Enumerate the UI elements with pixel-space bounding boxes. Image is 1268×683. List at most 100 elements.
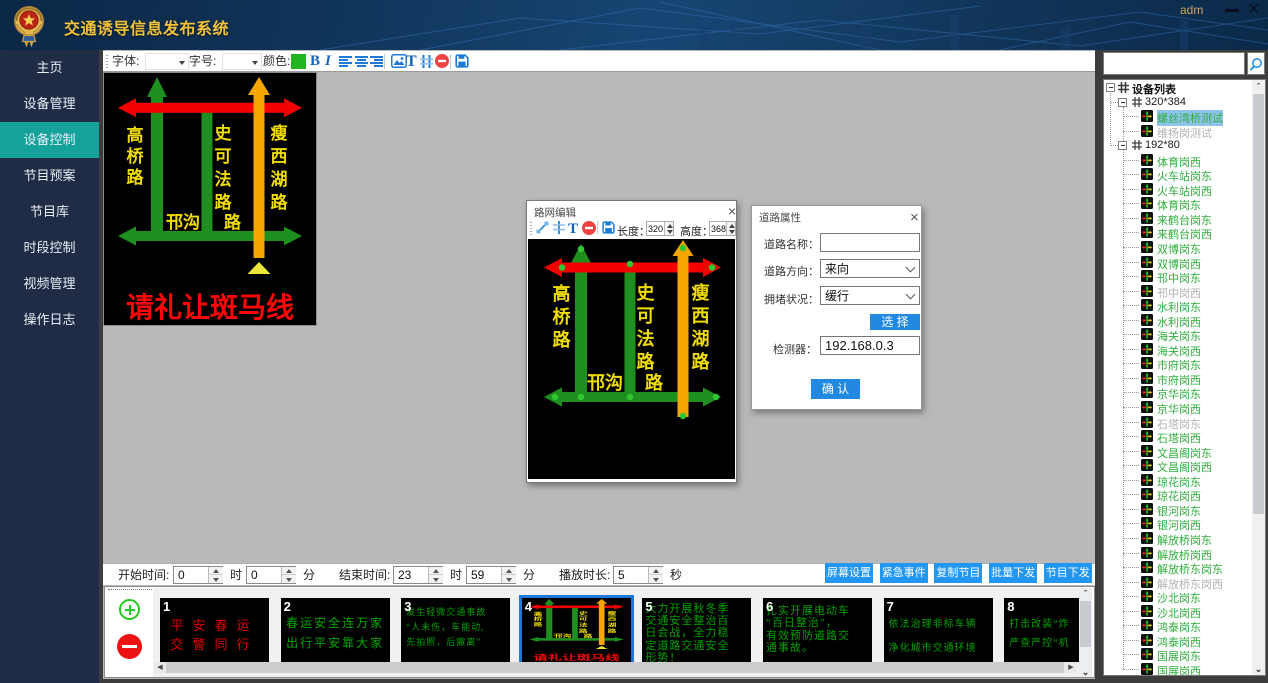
sidebar-item-6[interactable]: 时段控制 (0, 230, 99, 266)
tree-device-琼花岗西[interactable]: 琼花岗西 (1104, 487, 1265, 502)
led-screen-preview[interactable]: 高桥路 史可法路 瘦西湖路 邗沟 路 请礼让斑马线 (103, 72, 317, 326)
tree-device-文昌阁岗东[interactable]: 文昌阁岗东 (1104, 444, 1265, 459)
action-button-4[interactable]: 批量下发 (989, 563, 1037, 583)
expand-icon[interactable] (1118, 141, 1127, 150)
sidebar-item-5[interactable]: 节目库 (0, 194, 99, 230)
tree-device-火车站岗东[interactable]: 火车站岗东 (1104, 167, 1265, 182)
strip-scroll-down[interactable]: ⌄ (1079, 666, 1092, 677)
roadnet-save-icon[interactable] (602, 221, 615, 234)
action-button-3[interactable]: 复制节目 (934, 563, 982, 583)
insert-text-icon[interactable]: T (406, 51, 417, 72)
sidebar-item-4[interactable]: 节目预案 (0, 158, 99, 194)
tree-device-海关岗西[interactable]: 海关岗西 (1104, 342, 1265, 357)
road-dir-select[interactable]: 来向 (820, 259, 920, 278)
action-button-2[interactable]: 紧急事件 (880, 563, 928, 583)
tree-device-解放桥岗东[interactable]: 解放桥岗东 (1104, 531, 1265, 546)
tree-device-海关岗东[interactable]: 海关岗东 (1104, 327, 1265, 342)
tree-device-市府岗东[interactable]: 市府岗东 (1104, 356, 1265, 371)
spinner-arrows[interactable] (501, 567, 515, 583)
tree-device-体育岗西[interactable]: 体育岗西 (1104, 153, 1265, 168)
color-swatch[interactable] (291, 54, 306, 69)
tree-device-银河岗东[interactable]: 银河岗东 (1104, 502, 1265, 517)
tree-device-石塔岗东[interactable]: 石塔岗东 (1104, 415, 1265, 430)
tree-device-水利岗东[interactable]: 水利岗东 (1104, 298, 1265, 313)
font-select[interactable] (145, 53, 189, 70)
program-thumb-4[interactable]: 高桥路史可法路瘦西湖路邗沟路请礼让斑马线4 (522, 598, 631, 662)
italic-button[interactable]: I (325, 51, 331, 72)
hscroll-thumb[interactable] (166, 662, 1064, 673)
spin-down-icon[interactable] (209, 575, 223, 583)
tree-device-火车站岗西[interactable]: 火车站岗西 (1104, 182, 1265, 197)
tree-device-国展岗东[interactable]: 国展岗东 (1104, 647, 1265, 662)
confirm-button[interactable]: 确 认 (811, 379, 860, 399)
draw-line-icon[interactable] (536, 221, 549, 234)
sidebar-item-3[interactable]: 设备控制 (0, 122, 99, 158)
spin-up-icon[interactable] (429, 567, 443, 575)
height-spinner[interactable]: 368 (709, 221, 736, 236)
tree-device-水利岗西[interactable]: 水利岗西 (1104, 313, 1265, 328)
tree-device-维扬岗测试[interactable]: 维扬岗测试 (1104, 124, 1265, 139)
spinner-arrows[interactable] (664, 222, 673, 235)
spinner-arrows[interactable] (281, 567, 295, 583)
expand-icon[interactable] (1106, 83, 1115, 92)
road-junction-icon[interactable] (553, 221, 565, 234)
sidebar-item-2[interactable]: 设备管理 (0, 86, 99, 122)
insert-image-icon[interactable] (391, 54, 407, 68)
start-min-spinner[interactable]: 0 (246, 566, 296, 584)
detector-input[interactable]: 192.168.0.3 (820, 336, 920, 355)
program-thumb-7[interactable]: 7依法治理非标车辆净化城市交通环境 (884, 598, 993, 662)
tree-device-螺丝湾桥测试[interactable]: 螺丝湾桥测试 (1104, 109, 1265, 124)
tree-scroll-down[interactable]: ⌄ (1252, 663, 1265, 674)
minimize-icon[interactable] (1225, 9, 1239, 12)
device-search-button[interactable] (1247, 52, 1265, 75)
program-thumb-5[interactable]: 5大力开展秋冬季交通安全整治百日会战，全力稳定道路交通安全形势！ (642, 598, 751, 662)
road-name-input[interactable] (820, 233, 920, 252)
tree-device-鸿泰岗东[interactable]: 鸿泰岗东 (1104, 618, 1265, 633)
spinner-arrows[interactable] (208, 567, 222, 583)
strip-vertical-scrollbar[interactable]: ˆ ⌄ (1079, 588, 1092, 677)
tree-device-京华岗东[interactable]: 京华岗东 (1104, 385, 1265, 400)
jam-select[interactable]: 缓行 (820, 286, 920, 305)
expand-icon[interactable] (1118, 98, 1127, 107)
end-hour-spinner[interactable]: 23 (393, 566, 443, 584)
tree-device-市府岗西[interactable]: 市府岗西 (1104, 371, 1265, 386)
props-dialog-close-icon[interactable]: × (910, 212, 919, 224)
scroll-left-arrow[interactable]: ◀ (154, 662, 166, 673)
add-program-button[interactable] (119, 599, 140, 620)
roadnet-forbid-icon[interactable] (582, 221, 596, 235)
scroll-right-arrow[interactable]: ▶ (1065, 662, 1077, 673)
spin-up-icon[interactable] (209, 567, 223, 575)
spinner-arrows[interactable] (428, 567, 442, 583)
spinner-arrows[interactable] (726, 222, 735, 235)
tree-device-文昌阁岗西[interactable]: 文昌阁岗西 (1104, 458, 1265, 473)
tree-device-来鹤台岗西[interactable]: 来鹤台岗西 (1104, 225, 1265, 240)
tree-root[interactable]: 设备列表 (1104, 80, 1265, 95)
tree-device-双博岗东[interactable]: 双博岗东 (1104, 240, 1265, 255)
program-thumb-2[interactable]: 2春运安全连万家出行平安靠大家 (281, 598, 390, 662)
tree-device-邗中岗西[interactable]: 邗中岗西 (1104, 284, 1265, 299)
close-icon[interactable]: × (1248, 2, 1262, 16)
tree-scroll-up[interactable]: ˆ (1252, 81, 1265, 92)
tree-device-邗中岗东[interactable]: 邗中岗东 (1104, 269, 1265, 284)
strip-scroll-up[interactable]: ˆ (1079, 588, 1092, 599)
spin-down-icon[interactable] (649, 575, 663, 583)
align-right-icon[interactable] (370, 56, 383, 67)
end-min-spinner[interactable]: 59 (466, 566, 516, 584)
tree-scroll-thumb[interactable] (1253, 94, 1264, 514)
tree-device-解放桥东岗东[interactable]: 解放桥东岗东 (1104, 560, 1265, 575)
tree-device-鸿泰岗西[interactable]: 鸿泰岗西 (1104, 633, 1265, 648)
program-thumb-8[interactable]: 8打击改装“炸严查严控“机 (1004, 598, 1079, 662)
roadnet-canvas[interactable]: 高桥路 史可法路 瘦西湖路 邗沟 路 (528, 239, 735, 479)
duration-spinner[interactable]: 5 (613, 566, 663, 584)
strip-vscroll-thumb[interactable] (1080, 601, 1091, 647)
tree-device-解放桥东岗西[interactable]: 解放桥东岗西 (1104, 575, 1265, 590)
roadnet-text-icon[interactable]: T (568, 219, 578, 240)
spin-down-icon[interactable] (282, 575, 296, 583)
roadnet-dialog-close-icon[interactable]: × (728, 205, 736, 217)
select-detector-button[interactable]: 选 择 (870, 314, 920, 330)
program-thumb-1[interactable]: 1平安春运交警同行 (160, 598, 269, 662)
tree-scrollbar[interactable]: ˆ ⌄ (1252, 80, 1265, 675)
action-button-1[interactable]: 屏幕设置 (825, 563, 873, 583)
start-hour-spinner[interactable]: 0 (173, 566, 223, 584)
device-search-input[interactable] (1103, 52, 1245, 75)
